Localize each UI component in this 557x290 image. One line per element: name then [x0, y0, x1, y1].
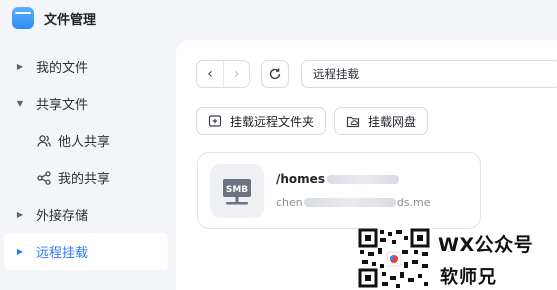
- mount-name-text: /homes: [276, 172, 325, 186]
- path-input[interactable]: 远程挂载: [301, 60, 557, 88]
- sidebar-item-my-files[interactable]: ▶ 我的文件: [0, 48, 176, 85]
- qr-code-image: [358, 228, 432, 290]
- sidebar-item-label: 远程挂载: [36, 246, 89, 261]
- app-header: 文件管理: [0, 0, 176, 36]
- caret-down-icon: ▼: [16, 99, 24, 108]
- share-icon: [36, 170, 52, 186]
- sidebar: ▶ 我的文件 ▼ 共享文件 他人共享 我的共享 ▶ 外接存储 ▶ 远程挂载: [0, 48, 176, 270]
- action-bar: 挂载远程文件夹 挂载网盘: [196, 107, 436, 135]
- back-button[interactable]: ‹: [197, 61, 223, 87]
- redacted-region: [326, 174, 399, 184]
- history-nav: ‹ ›: [196, 60, 250, 88]
- sidebar-item-my-shares[interactable]: 我的共享: [0, 159, 176, 196]
- refresh-button[interactable]: [261, 60, 289, 88]
- mount-cloud-drive-button[interactable]: 挂载网盘: [334, 107, 429, 135]
- sidebar-item-label: 我的文件: [36, 61, 89, 76]
- watermark-line1: WX公众号: [438, 234, 534, 256]
- sidebar-item-label: 他人共享: [58, 135, 111, 150]
- app-title: 文件管理: [44, 12, 97, 28]
- sidebar-item-external-storage[interactable]: ▶ 外接存储: [0, 196, 176, 233]
- sidebar-item-label: 共享文件: [36, 98, 89, 113]
- smb-badge: SMB: [226, 185, 248, 195]
- people-icon: [36, 133, 52, 149]
- caret-right-icon: ▶: [16, 62, 24, 71]
- caret-right-icon: ▶: [16, 247, 24, 256]
- mount-name: /homes: [276, 172, 430, 186]
- sidebar-item-shared-by-others[interactable]: 他人共享: [0, 122, 176, 159]
- mount-cloud-drive-label: 挂载网盘: [368, 114, 417, 129]
- watermark-line2: 软师兄: [440, 267, 497, 288]
- caret-right-icon: ▶: [16, 210, 24, 219]
- forward-button[interactable]: ›: [223, 61, 249, 87]
- add-folder-icon: [208, 114, 222, 128]
- cloud-folder-icon: [346, 114, 360, 128]
- sidebar-item-remote-mount[interactable]: ▶ 远程挂载: [4, 233, 168, 270]
- smb-drive-icon: SMB: [210, 163, 264, 218]
- mount-remote-folder-button[interactable]: 挂载远程文件夹: [196, 107, 327, 135]
- folder-app-icon: [12, 7, 34, 29]
- sidebar-item-label: 外接存储: [36, 209, 89, 224]
- mount-remote-folder-label: 挂载远程文件夹: [230, 114, 315, 129]
- mount-card[interactable]: SMB /homes chen ds.me: [197, 152, 481, 229]
- redacted-region: [303, 198, 396, 207]
- refresh-icon: [269, 68, 281, 80]
- mount-host-prefix: chen: [276, 196, 303, 209]
- sidebar-item-shared-files[interactable]: ▼ 共享文件: [0, 85, 176, 122]
- mount-host: chen ds.me: [276, 196, 430, 209]
- mount-info: /homes chen ds.me: [276, 172, 430, 209]
- mount-host-suffix: ds.me: [396, 196, 431, 209]
- toolbar: ‹ › 远程挂载: [196, 60, 557, 88]
- sidebar-item-label: 我的共享: [58, 172, 111, 187]
